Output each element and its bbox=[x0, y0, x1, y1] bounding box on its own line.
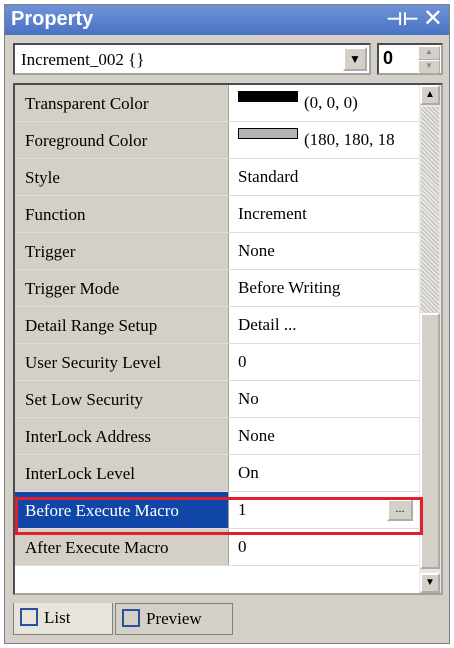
color-swatch bbox=[238, 90, 298, 102]
list-icon bbox=[20, 608, 38, 627]
property-value[interactable]: Increment bbox=[229, 196, 419, 232]
pin-icon[interactable]: ⊣⊢ bbox=[386, 9, 419, 30]
object-selector-value: Increment_002 {} bbox=[21, 50, 145, 69]
dropdown-arrow-icon[interactable]: ▼ bbox=[343, 47, 367, 71]
annotation-highlight-box bbox=[15, 497, 423, 535]
property-name: User Security Level bbox=[15, 344, 229, 380]
property-name: Trigger Mode bbox=[15, 270, 229, 306]
property-value-text: On bbox=[238, 463, 259, 482]
property-name: InterLock Level bbox=[15, 455, 229, 491]
property-value[interactable]: None bbox=[229, 418, 419, 454]
property-row[interactable]: Function Increment bbox=[15, 196, 419, 233]
scroll-up-icon[interactable]: ▲ bbox=[420, 85, 440, 105]
property-value[interactable]: Before Writing bbox=[229, 270, 419, 306]
property-value-text: 0 bbox=[238, 537, 247, 556]
property-name: Trigger bbox=[15, 233, 229, 269]
property-rows: Transparent Color (0, 0, 0) Foreground Col… bbox=[15, 85, 419, 566]
view-tabs: List Preview bbox=[13, 603, 443, 639]
property-value-text: None bbox=[238, 426, 275, 445]
preview-icon bbox=[122, 609, 140, 628]
property-name: Set Low Security bbox=[15, 381, 229, 417]
property-value[interactable]: 0 bbox=[229, 344, 419, 380]
stepper-down-icon[interactable]: ▼ bbox=[418, 60, 440, 74]
property-row[interactable]: Transparent Color (0, 0, 0) bbox=[15, 85, 419, 122]
property-value[interactable]: None bbox=[229, 233, 419, 269]
property-name: Style bbox=[15, 159, 229, 195]
property-value[interactable]: On bbox=[229, 455, 419, 491]
property-name: Transparent Color bbox=[15, 85, 229, 121]
property-row[interactable]: Detail Range Setup Detail ... bbox=[15, 307, 419, 344]
window-title: Property bbox=[11, 8, 94, 30]
property-value-text: None bbox=[238, 241, 275, 260]
property-value[interactable]: Standard bbox=[229, 159, 419, 195]
index-stepper[interactable]: 0 ▲ ▼ bbox=[377, 43, 443, 75]
property-row[interactable]: InterLock Level On bbox=[15, 455, 419, 492]
scroll-track[interactable] bbox=[421, 107, 439, 313]
property-name: Foreground Color bbox=[15, 122, 229, 158]
property-row[interactable]: Foreground Color (180, 180, 18 bbox=[15, 122, 419, 159]
property-value[interactable]: (180, 180, 18 bbox=[229, 122, 419, 158]
property-name: InterLock Address bbox=[15, 418, 229, 454]
scroll-down-icon[interactable]: ▼ bbox=[420, 573, 440, 593]
property-row[interactable]: User Security Level 0 bbox=[15, 344, 419, 381]
property-name: Function bbox=[15, 196, 229, 232]
property-value-text: (0, 0, 0) bbox=[304, 93, 358, 112]
property-value-text: Standard bbox=[238, 167, 299, 186]
tab-preview-label: Preview bbox=[146, 609, 202, 628]
property-row[interactable]: Trigger Mode Before Writing bbox=[15, 270, 419, 307]
tab-preview[interactable]: Preview bbox=[115, 603, 233, 635]
property-value-text: Detail ... bbox=[238, 315, 297, 334]
property-row[interactable]: InterLock Address None bbox=[15, 418, 419, 455]
stepper-up-icon[interactable]: ▲ bbox=[418, 46, 440, 60]
property-row[interactable]: Set Low Security No bbox=[15, 381, 419, 418]
property-name: Detail Range Setup bbox=[15, 307, 229, 343]
property-value[interactable]: No bbox=[229, 381, 419, 417]
title-bar: Property ⊣⊢ ✕ bbox=[5, 5, 449, 35]
close-icon[interactable]: ✕ bbox=[423, 6, 443, 32]
property-row[interactable]: Style Standard bbox=[15, 159, 419, 196]
property-value-text: 0 bbox=[238, 352, 247, 371]
property-value[interactable]: Detail ... bbox=[229, 307, 419, 343]
color-swatch bbox=[238, 127, 298, 139]
property-row[interactable]: Trigger None bbox=[15, 233, 419, 270]
property-value-text: (180, 180, 18 bbox=[304, 130, 395, 149]
property-value-text: No bbox=[238, 389, 259, 408]
scroll-thumb[interactable] bbox=[420, 313, 440, 569]
tab-list[interactable]: List bbox=[13, 603, 113, 635]
object-selector[interactable]: Increment_002 {} ▼ bbox=[13, 43, 371, 75]
property-value[interactable]: (0, 0, 0) bbox=[229, 85, 419, 121]
property-value-text: Before Writing bbox=[238, 278, 341, 297]
stepper-value: 0 bbox=[383, 48, 394, 68]
property-value-text: Increment bbox=[238, 204, 307, 223]
tab-list-label: List bbox=[44, 608, 71, 627]
property-window: Property ⊣⊢ ✕ Increment_002 {} ▼ 0 ▲ ▼ T… bbox=[4, 4, 450, 644]
